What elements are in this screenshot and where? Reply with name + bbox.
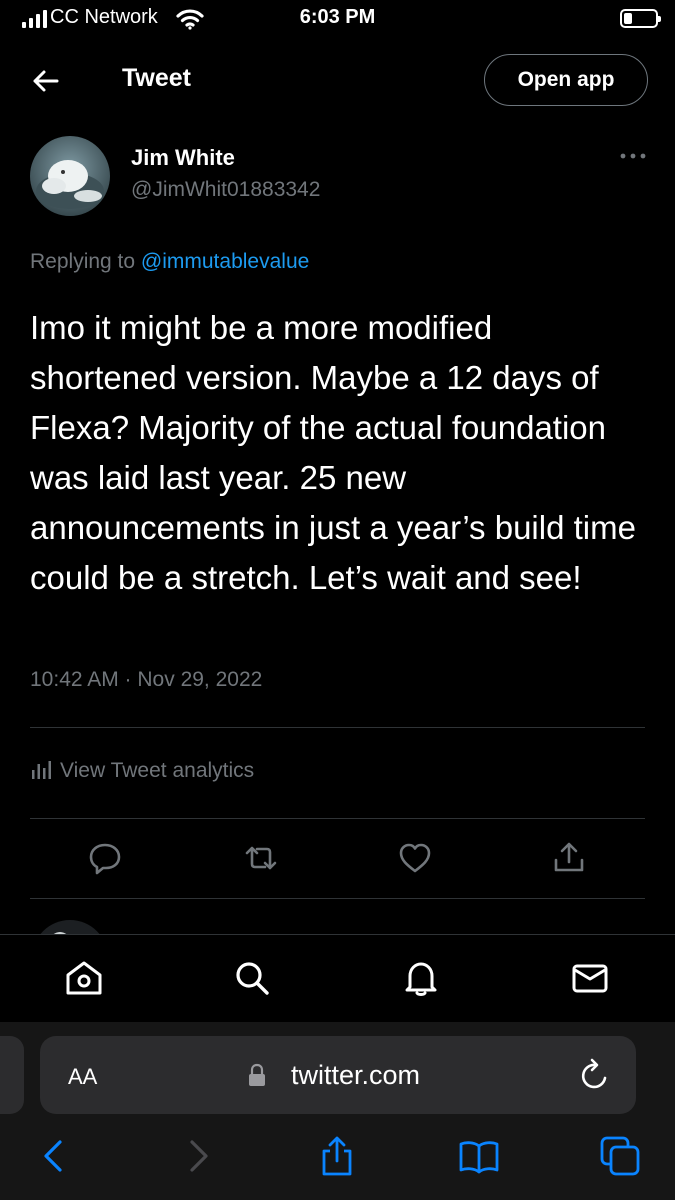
analytics-icon (32, 761, 51, 779)
tabs-icon[interactable] (598, 1134, 642, 1178)
bookmarks-icon[interactable] (457, 1134, 501, 1178)
avatar[interactable] (30, 136, 110, 216)
browser-forward-icon[interactable] (176, 1134, 220, 1178)
view-analytics-link[interactable]: View Tweet analytics (30, 758, 254, 783)
browser-back-icon[interactable] (32, 1134, 76, 1178)
divider (30, 818, 645, 819)
like-heart-icon[interactable] (397, 840, 433, 876)
reply-icon[interactable] (87, 840, 123, 876)
replying-prefix: Replying to (30, 250, 136, 273)
battery-icon (620, 9, 661, 28)
mention-link[interactable]: @immutablevalue (141, 250, 309, 273)
author-name[interactable]: Jim White (131, 145, 235, 171)
share-icon[interactable] (551, 840, 587, 876)
divider (30, 727, 645, 728)
messages-icon[interactable] (570, 958, 610, 998)
retweet-icon[interactable] (243, 840, 279, 876)
beluga-avatar-image (30, 136, 110, 216)
tweet-text: Imo it might be a more modified shortene… (30, 309, 636, 596)
page-title: Tweet (122, 64, 191, 92)
replying-to: Replying to @immutablevalue (30, 250, 309, 274)
reload-icon[interactable] (578, 1056, 612, 1092)
more-options-icon[interactable] (619, 148, 647, 164)
open-app-button[interactable]: Open app (484, 54, 648, 106)
browser-share-icon[interactable] (315, 1134, 359, 1178)
author-handle[interactable]: @JimWhit01883342 (131, 178, 320, 202)
home-icon[interactable] (64, 958, 104, 998)
tweet-timestamp[interactable]: 10:42 AM · Nov 29, 2022 (30, 668, 262, 692)
notifications-icon[interactable] (401, 958, 441, 998)
back-arrow-icon[interactable] (30, 66, 60, 96)
url-text[interactable]: twitter.com (0, 1060, 675, 1091)
search-icon[interactable] (232, 958, 272, 998)
status-bar: CC Network 6:03 PM (0, 0, 675, 40)
clock: 6:03 PM (299, 6, 376, 28)
analytics-label: View Tweet analytics (60, 759, 255, 782)
divider (30, 898, 645, 899)
